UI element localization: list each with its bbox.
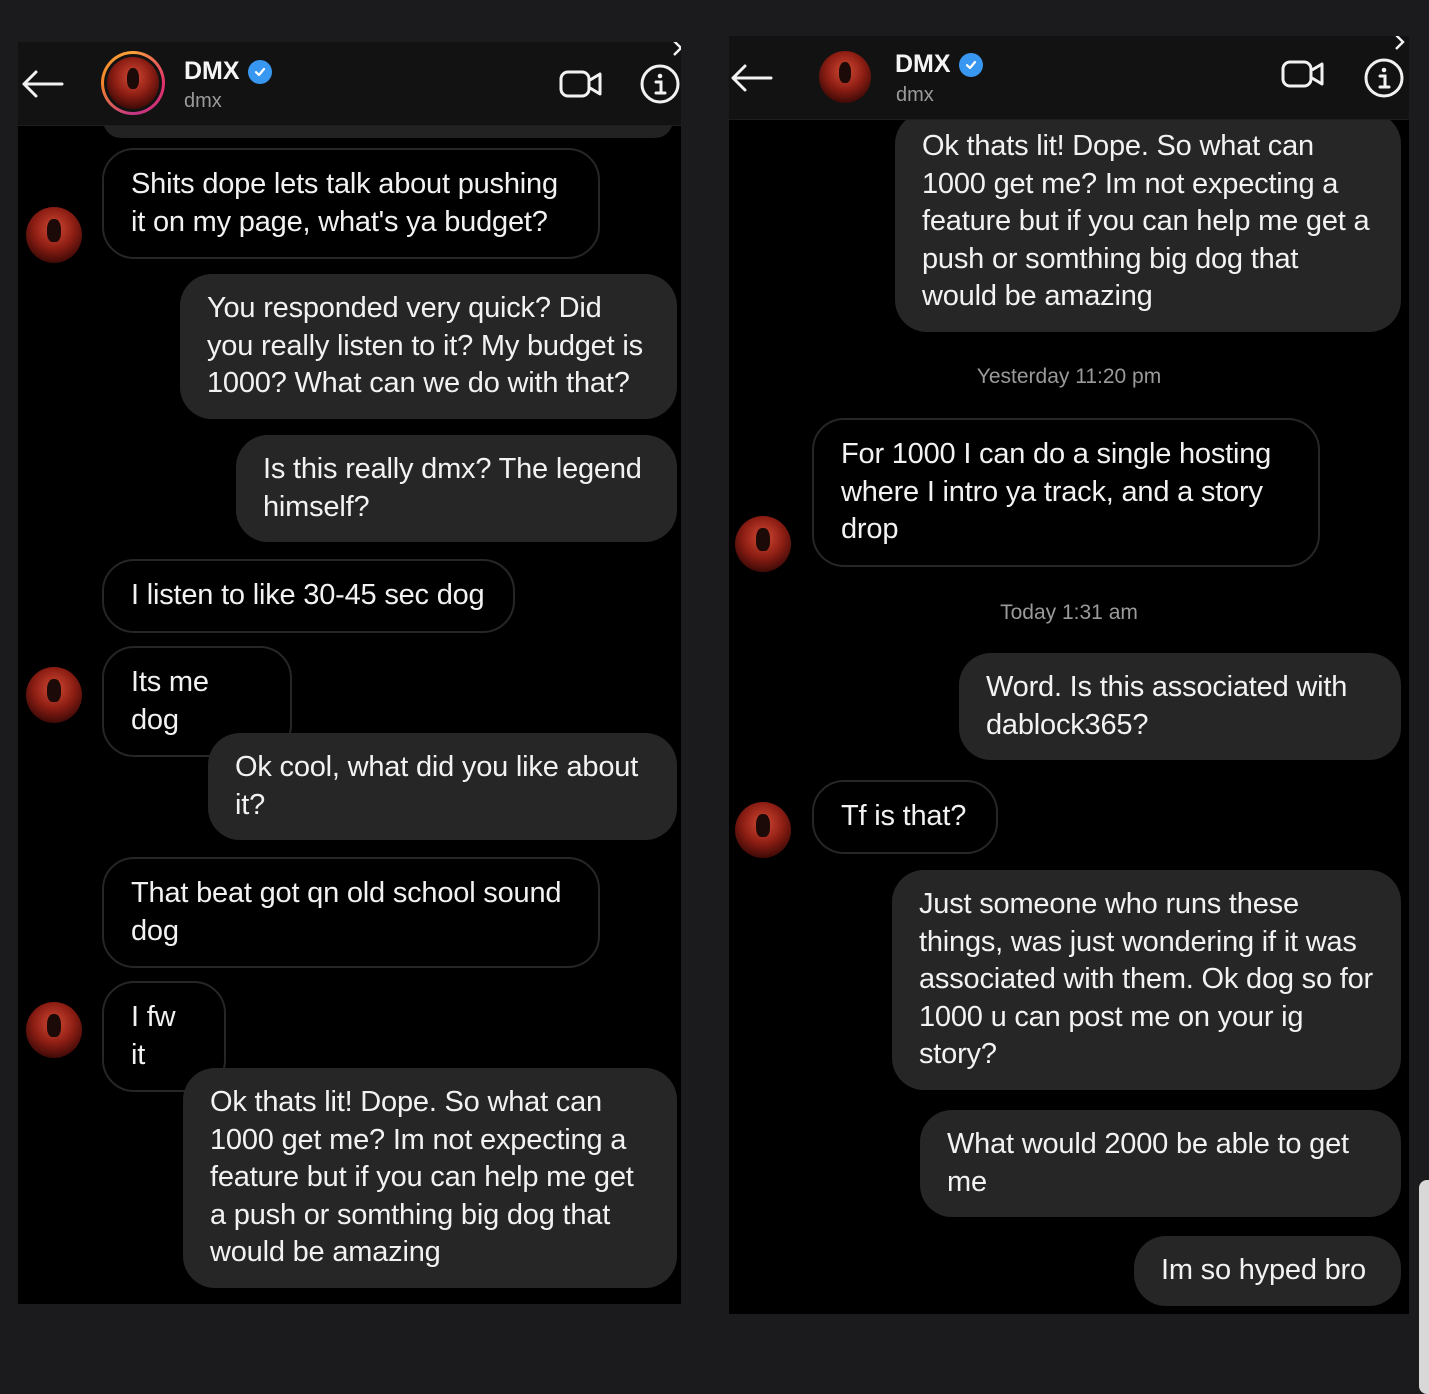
- contact-name: DMX: [184, 57, 240, 85]
- left-chat-screenshot: DMX dmx Shits dope lets talk about pushi…: [18, 42, 681, 1304]
- sender-avatar: [735, 516, 791, 572]
- sender-avatar: [735, 802, 791, 858]
- info-icon: [1364, 58, 1404, 98]
- back-button[interactable]: [18, 64, 66, 104]
- chat-header: DMX dmx: [729, 36, 1409, 120]
- outgoing-message[interactable]: Just someone who runs these things, was …: [892, 870, 1401, 1090]
- right-chat-screenshot: Ok thats lit! Dope. So what can 1000 get…: [729, 36, 1409, 1314]
- outgoing-message[interactable]: Is this really dmx? The legend himself?: [236, 435, 677, 542]
- outgoing-message[interactable]: Ok thats lit! Dope. So what can 1000 get…: [895, 112, 1401, 332]
- arrow-left-icon: [731, 64, 773, 92]
- outgoing-message[interactable]: Ok thats lit! Dope. So what can 1000 get…: [183, 1068, 677, 1288]
- chat-header: DMX dmx: [18, 42, 681, 126]
- video-call-button[interactable]: [1280, 56, 1326, 92]
- sender-avatar: [26, 207, 82, 263]
- contact-name: DMX: [895, 50, 951, 78]
- verified-badge-icon: [247, 59, 272, 84]
- outgoing-message[interactable]: Ok cool, what did you like about it?: [208, 733, 677, 840]
- contact-avatar[interactable]: [819, 51, 871, 103]
- info-icon: [640, 64, 680, 104]
- outgoing-message[interactable]: You responded very quick? Did you really…: [180, 274, 677, 419]
- info-button[interactable]: [1362, 56, 1406, 100]
- verified-badge-icon: [958, 52, 983, 77]
- contact-name-row[interactable]: DMX: [184, 57, 272, 86]
- arrow-left-icon: [22, 70, 64, 98]
- contact-handle: dmx: [184, 90, 222, 112]
- back-button[interactable]: [729, 58, 775, 98]
- outgoing-message[interactable]: What would 2000 be able to get me: [920, 1110, 1401, 1217]
- incoming-message[interactable]: That beat got qn old school sound dog: [102, 857, 600, 968]
- sender-avatar: [26, 667, 82, 723]
- video-call-button[interactable]: [558, 66, 604, 102]
- chevron-right-icon: [1395, 36, 1405, 50]
- message-timestamp: Yesterday 11:20 pm: [976, 365, 1162, 388]
- video-camera-icon: [1281, 60, 1324, 88]
- outgoing-message[interactable]: Word. Is this associated with dablock365…: [959, 653, 1401, 760]
- incoming-message[interactable]: Tf is that?: [812, 780, 998, 854]
- page-edge-scrollbar[interactable]: [1419, 1180, 1429, 1394]
- outgoing-message[interactable]: Im so hyped bro: [1134, 1236, 1401, 1306]
- sender-avatar: [26, 1002, 82, 1058]
- video-camera-icon: [559, 70, 602, 98]
- info-button[interactable]: [638, 62, 681, 106]
- incoming-message[interactable]: Shits dope lets talk about pushing it on…: [102, 148, 600, 259]
- profile-picture: [107, 57, 159, 109]
- contact-avatar[interactable]: [101, 51, 165, 115]
- contact-handle: dmx: [896, 84, 934, 106]
- incoming-message[interactable]: I listen to like 30-45 sec dog: [102, 559, 515, 633]
- contact-name-row[interactable]: DMX: [895, 50, 983, 79]
- message-timestamp: Today 1:31 am: [1000, 601, 1138, 624]
- incoming-message[interactable]: For 1000 I can do a single hosting where…: [812, 418, 1320, 567]
- chevron-right-icon: [673, 42, 681, 56]
